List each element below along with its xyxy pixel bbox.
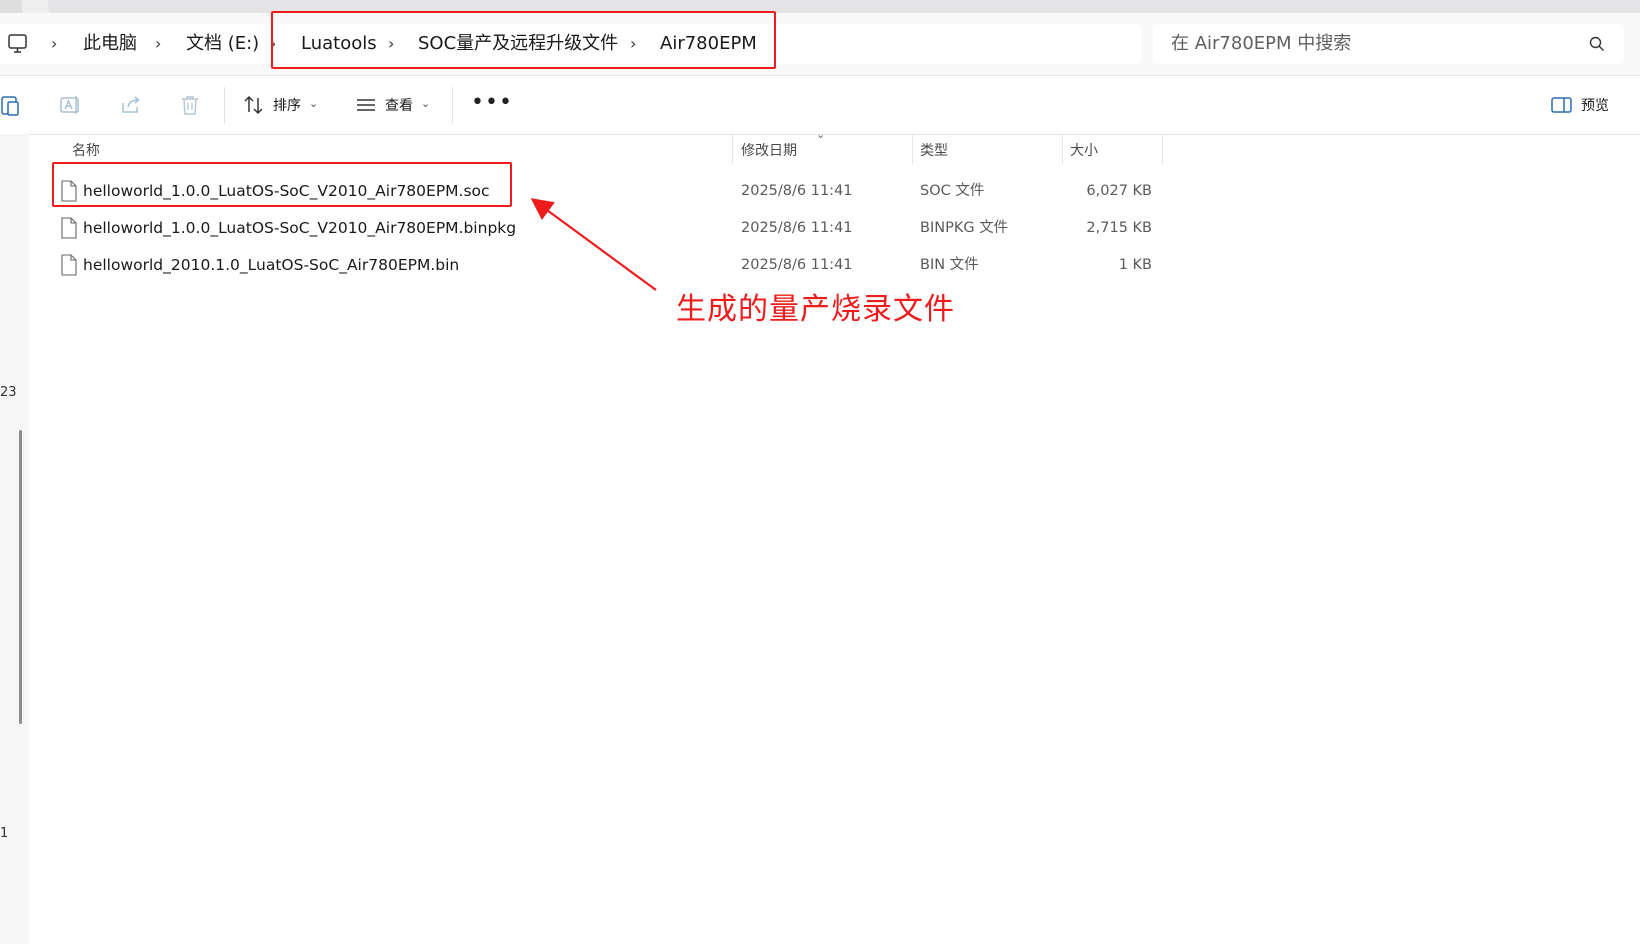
file-type: SOC 文件: [920, 183, 985, 199]
search-icon[interactable]: [1588, 35, 1606, 57]
chevron-down-icon[interactable]: ⌄: [421, 97, 430, 110]
column-divider[interactable]: [912, 134, 913, 164]
column-header-modified[interactable]: 修改日期: [741, 141, 797, 161]
view-button[interactable]: 查看: [385, 94, 413, 118]
chevron-right-icon[interactable]: ›: [155, 30, 161, 58]
column-divider[interactable]: [1062, 134, 1063, 164]
file-modified: 2025/8/6 11:41: [741, 183, 853, 199]
tab-stub[interactable]: [0, 0, 22, 13]
search-input[interactable]: 在 Air780EPM 中搜索: [1171, 30, 1351, 58]
file-icon: [60, 217, 78, 239]
annotation-label: 生成的量产烧录文件: [676, 292, 955, 327]
preview-button[interactable]: 预览: [1581, 94, 1609, 118]
file-type: BIN 文件: [920, 257, 979, 273]
sort-button[interactable]: 排序: [273, 94, 301, 118]
file-size: 2,715 KB: [1086, 220, 1152, 236]
nav-item-fragment[interactable]: 1: [0, 826, 8, 841]
column-header-name[interactable]: 名称: [72, 141, 100, 161]
paste-icon[interactable]: [0, 93, 24, 117]
highlight-box-file: [52, 162, 512, 207]
computer-icon[interactable]: [6, 33, 30, 59]
annotation-arrow: [530, 198, 657, 291]
file-size: 6,027 KB: [1086, 183, 1152, 199]
file-modified: 2025/8/6 11:41: [741, 257, 853, 273]
view-icon[interactable]: [354, 93, 378, 117]
preview-pane-icon[interactable]: [1550, 93, 1574, 117]
highlight-box-path: [271, 11, 776, 69]
column-header-type[interactable]: 类型: [920, 141, 948, 161]
chevron-right-icon[interactable]: ›: [51, 30, 57, 58]
file-type: BINPKG 文件: [920, 220, 1009, 236]
file-icon: [60, 254, 78, 276]
column-divider[interactable]: [732, 134, 733, 164]
nav-item-fragment[interactable]: 23: [0, 385, 17, 400]
breadcrumb-drive-e[interactable]: 文档 (E:): [186, 30, 259, 58]
sort-icon[interactable]: [242, 93, 266, 117]
file-modified: 2025/8/6 11:41: [741, 220, 853, 236]
breadcrumb-this-pc[interactable]: 此电脑: [83, 30, 137, 58]
toolbar-divider: [452, 87, 453, 123]
navigation-pane[interactable]: [0, 134, 29, 944]
file-name[interactable]: helloworld_2010.1.0_LuatOS-SoC_Air780EPM…: [83, 253, 459, 277]
more-icon[interactable]: •••: [471, 91, 513, 115]
column-divider[interactable]: [1162, 134, 1163, 164]
sort-indicator-icon: ⌄: [816, 128, 826, 141]
nav-scrollbar[interactable]: [19, 430, 22, 724]
file-name[interactable]: helloworld_1.0.0_LuatOS-SoC_V2010_Air780…: [83, 216, 516, 240]
column-header-size[interactable]: 大小: [1070, 141, 1098, 161]
toolbar-divider: [224, 87, 225, 123]
rename-icon[interactable]: [59, 93, 83, 117]
delete-icon[interactable]: [178, 93, 202, 117]
file-size: 1 KB: [1118, 257, 1152, 273]
chevron-down-icon[interactable]: ⌄: [309, 97, 318, 110]
share-icon[interactable]: [119, 93, 143, 117]
